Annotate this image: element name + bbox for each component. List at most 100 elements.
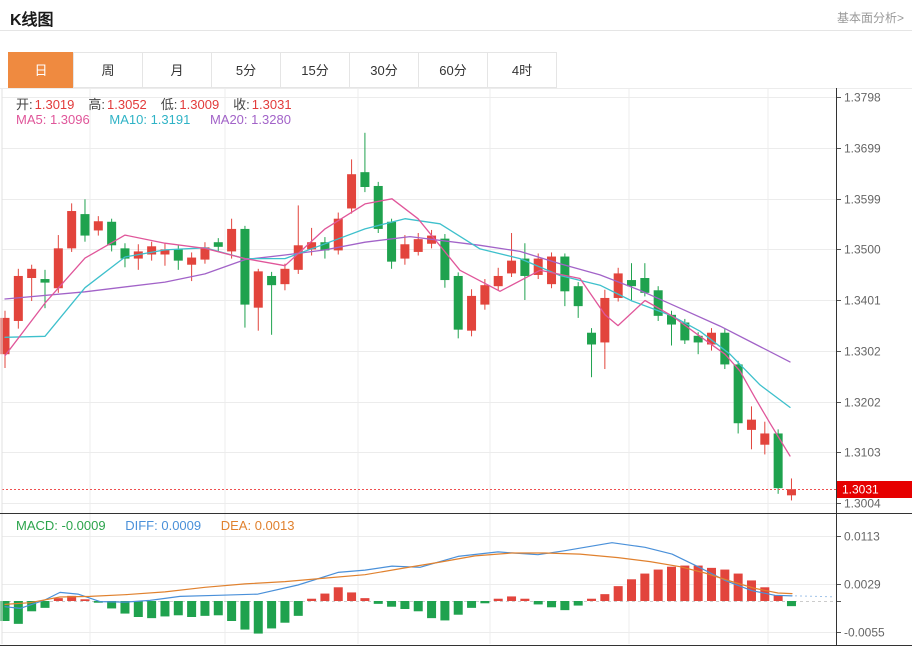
ma10-value: 1.3191 — [151, 112, 191, 127]
macd-bar — [200, 601, 209, 616]
candle-body — [40, 279, 49, 283]
macd-bar — [160, 601, 169, 616]
ohlc-legend: 开:1.3019高:1.3052低:1.3009收:1.3031 — [16, 94, 306, 113]
candle-body — [334, 219, 343, 251]
candle-body — [267, 276, 276, 285]
macd-bar — [480, 601, 489, 603]
candle-body — [387, 222, 396, 262]
y-axis-label: 1.3500 — [844, 243, 881, 257]
macd-bar — [227, 601, 236, 621]
macd-bar — [707, 568, 716, 601]
macd-bar — [120, 601, 129, 614]
macd-bar — [547, 601, 556, 607]
candle-body — [374, 186, 383, 229]
macd-bar — [174, 601, 183, 615]
macd-axis-label: 0.0029 — [844, 578, 881, 592]
diff-line-tail — [795, 596, 834, 597]
macd-bar — [507, 596, 516, 601]
ma20-group: MA20: 1.3280 — [210, 112, 291, 127]
macd-bar — [454, 601, 463, 615]
candle-body — [187, 258, 196, 265]
candle-body — [94, 221, 103, 230]
open-label: 开: — [16, 97, 33, 112]
dea-value: 0.0013 — [255, 518, 295, 533]
macd-bar — [627, 579, 636, 601]
macd-bar — [347, 592, 356, 601]
candle-body — [240, 229, 249, 305]
candle-body — [440, 239, 449, 280]
macd-bar — [214, 601, 223, 615]
diff-label: DIFF: — [125, 518, 158, 533]
candle-body — [787, 489, 796, 495]
macd-bar — [147, 601, 156, 618]
macd-bar — [267, 601, 276, 628]
macd-bar — [400, 601, 409, 609]
candle-body — [467, 296, 476, 331]
diff-value: 0.0009 — [161, 518, 201, 533]
macd-label: MACD: — [16, 518, 58, 533]
high-label: 高: — [88, 97, 105, 112]
macd-bar — [254, 601, 263, 634]
macd-bar — [374, 601, 383, 604]
macd-group: MACD: -0.0009 — [16, 518, 106, 533]
macd-legend: MACD: -0.0009 DIFF: 0.0009 DEA: 0.0013 — [16, 518, 310, 533]
candle-body — [760, 433, 769, 444]
macd-bar — [787, 601, 796, 606]
macd-value: -0.0009 — [62, 518, 106, 533]
macd-bar — [614, 586, 623, 601]
y-axis-label: 1.3302 — [844, 345, 881, 359]
open-value: 1.3019 — [35, 97, 75, 112]
macd-bar — [54, 598, 63, 601]
candle-body — [80, 214, 89, 235]
close-value: 1.3031 — [252, 97, 292, 112]
macd-bar — [320, 594, 329, 601]
macd-bar — [387, 601, 396, 607]
ma20-value: 1.3280 — [251, 112, 291, 127]
candle-body — [174, 249, 183, 260]
candle-body — [107, 222, 116, 246]
candle-body — [347, 174, 356, 208]
candle-body — [214, 242, 223, 247]
macd-bar — [40, 601, 49, 608]
macd-bar — [467, 601, 476, 608]
macd-bar — [240, 601, 249, 630]
macd-bar — [280, 601, 289, 623]
y-axis-label: 1.3798 — [844, 91, 881, 105]
macd-axis-label: -0.0055 — [844, 626, 885, 640]
candle-body — [747, 420, 756, 430]
y-axis-label: 1.3699 — [844, 142, 881, 156]
candle-body — [360, 172, 369, 187]
macd-axis-label: 0.0113 — [844, 530, 880, 544]
candle-body — [507, 261, 516, 274]
macd-bar — [534, 601, 543, 604]
ma10-label: MA10: — [109, 112, 147, 127]
diff-group: DIFF: 0.0009 — [125, 518, 201, 533]
macd-bar — [307, 599, 316, 601]
low-value: 1.3009 — [179, 97, 219, 112]
macd-bar — [134, 601, 143, 617]
macd-bar — [587, 599, 596, 601]
candle-body — [227, 229, 236, 251]
ma10-line — [5, 219, 790, 408]
macd-bar — [720, 570, 729, 601]
macd-bar — [14, 601, 23, 624]
close-label: 收: — [233, 97, 250, 112]
ma10-group: MA10: 1.3191 — [109, 112, 190, 127]
candle-body — [574, 286, 583, 306]
macd-bar — [427, 601, 436, 618]
macd-bar — [334, 587, 343, 601]
candle-body — [67, 211, 76, 248]
y-axis-label: 1.3599 — [844, 193, 881, 207]
ma20-label: MA20: — [210, 112, 248, 127]
macd-bar — [294, 601, 303, 616]
high-value: 1.3052 — [107, 97, 147, 112]
macd-bar — [520, 599, 529, 601]
macd-bar — [600, 594, 609, 601]
candle-body — [494, 276, 503, 286]
y-axis-label: 1.3401 — [844, 294, 881, 308]
macd-bar — [80, 599, 89, 601]
candle-body — [400, 244, 409, 258]
macd-bar — [667, 567, 676, 601]
macd-bar — [574, 601, 583, 606]
candle-body — [600, 298, 609, 342]
